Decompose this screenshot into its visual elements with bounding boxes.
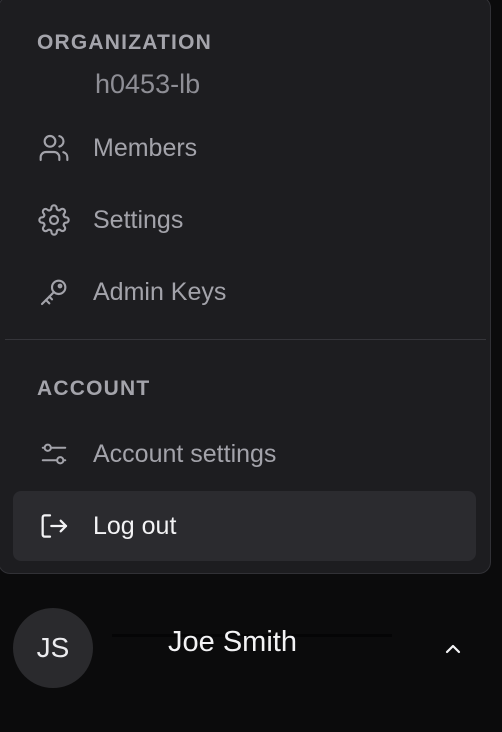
menu-item-log-out[interactable]: Log out [13,491,476,561]
menu-item-admin-keys[interactable]: Admin Keys [13,257,476,327]
menu-item-settings-label: Settings [93,205,184,234]
menu-item-members[interactable]: Members [13,113,476,183]
menu-item-members-label: Members [93,133,198,162]
user-account-toggle[interactable]: JS Joe Smith [0,600,502,692]
users-icon [37,131,71,165]
avatar[interactable]: JS [13,608,93,688]
menu-item-log-out-label: Log out [93,511,177,540]
menu-item-settings[interactable]: Settings [13,185,476,255]
organization-name: h0453-lb [95,69,201,99]
menu-item-admin-keys-label: Admin Keys [93,277,227,306]
menu-item-account-settings-label: Account settings [93,439,277,468]
menu-divider [5,339,486,340]
key-icon [37,275,71,309]
account-heading: ACCOUNT [37,377,151,400]
sliders-icon [37,437,71,471]
chevron-up-icon[interactable] [440,636,466,662]
account-dropdown-menu: ORGANIZATION h0453-lb Members Settings A… [0,0,491,574]
user-name: Joe Smith [168,626,297,658]
logout-icon [37,509,71,543]
avatar-initials: JS [36,632,70,663]
menu-item-account-settings[interactable]: Account settings [13,419,476,489]
organization-heading: ORGANIZATION [37,31,212,54]
gear-icon [37,203,71,237]
